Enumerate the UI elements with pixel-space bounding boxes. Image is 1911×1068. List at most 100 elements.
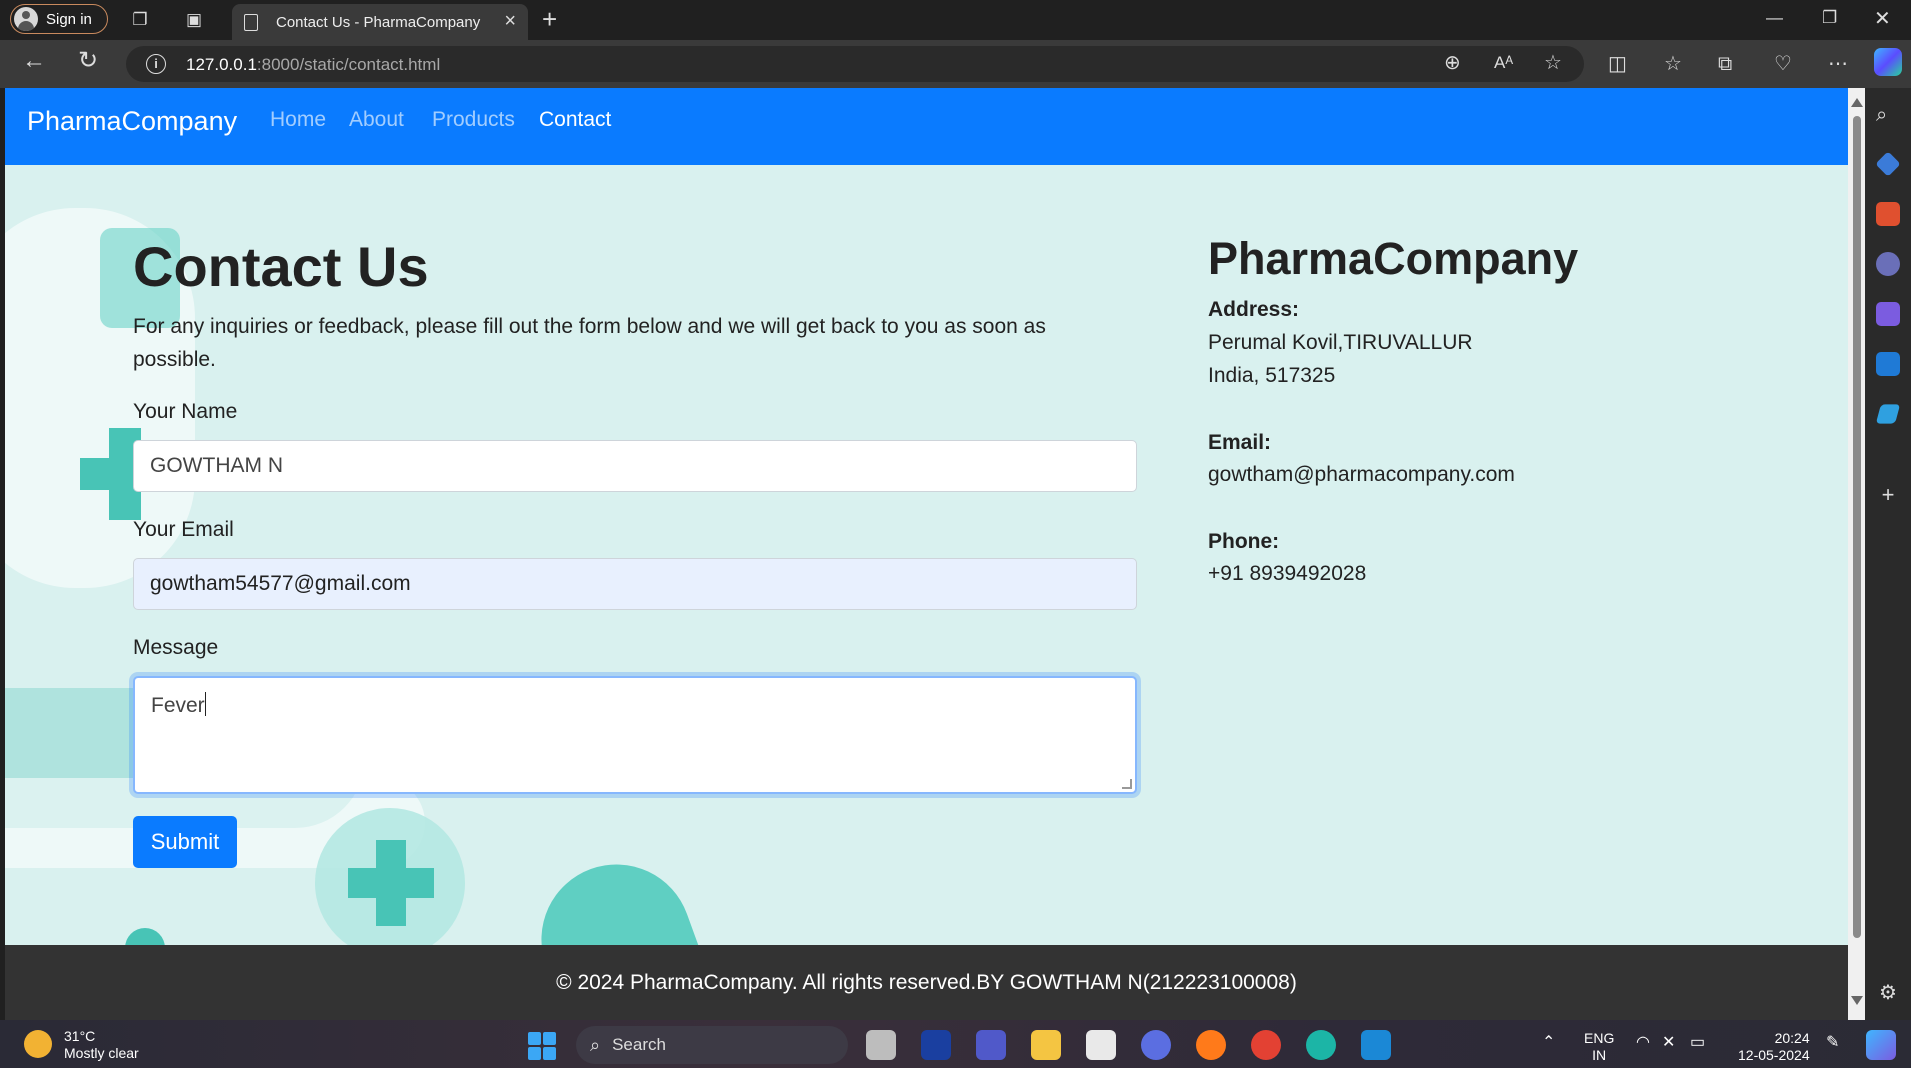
vscode-icon[interactable] [1361, 1030, 1391, 1060]
nav-link-products[interactable]: Products [432, 108, 515, 132]
close-window-icon[interactable]: ✕ [1874, 6, 1891, 31]
browser-tab-bar: Sign in ❐ ▣ Contact Us - PharmaCompany ×… [0, 0, 1911, 40]
split-screen-icon[interactable]: ◫ [1608, 53, 1627, 75]
page-scrollbar[interactable] [1848, 88, 1865, 1020]
zoom-icon[interactable]: ⊕ [1444, 52, 1461, 74]
volume-muted-icon[interactable]: ✕ [1662, 1034, 1675, 1051]
scroll-up-icon[interactable] [1851, 98, 1863, 107]
address-line-1: Perumal Kovil,TIRUVALLUR [1208, 331, 1473, 354]
company-title: PharmaCompany [1208, 233, 1579, 284]
sidebar-tools-icon[interactable] [1876, 202, 1900, 226]
copilot-icon[interactable] [1874, 48, 1902, 76]
message-label: Message [133, 636, 219, 659]
text-caret [204, 692, 206, 716]
footer-text: © 2024 PharmaCompany. All rights reserve… [556, 970, 1297, 994]
back-icon[interactable]: ← [22, 49, 46, 73]
message-textarea[interactable]: Fever [133, 676, 1137, 794]
site-info-icon[interactable]: i [146, 54, 166, 74]
tray-overflow-icon[interactable]: ⌃ [1542, 1034, 1555, 1051]
sidebar-add-icon[interactable]: + [1876, 482, 1900, 507]
email-input[interactable]: gowtham54577@gmail.com [133, 558, 1137, 610]
favorites-icon[interactable]: ☆ [1664, 53, 1682, 75]
navbar-brand[interactable]: PharmaCompany [27, 106, 237, 137]
temperature: 31°C [64, 1028, 96, 1044]
active-tab[interactable]: Contact Us - PharmaCompany × [232, 4, 528, 40]
scroll-down-icon[interactable] [1851, 996, 1863, 1005]
sign-in-button[interactable]: Sign in [10, 4, 108, 34]
page-title: Contact Us [133, 235, 429, 298]
favorite-star-icon[interactable]: ☆ [1544, 52, 1562, 74]
weather-widget[interactable]: 31°C Mostly clear [64, 1028, 139, 1062]
more-menu-icon[interactable]: ⋯ [1828, 53, 1848, 75]
sidebar-shopping-icon[interactable] [1875, 151, 1901, 177]
tab-title: Contact Us - PharmaCompany [276, 13, 481, 31]
name-label: Your Name [133, 400, 238, 423]
notification-icon[interactable]: ✎ [1826, 1034, 1839, 1051]
company-email-link[interactable]: gowtham@pharmacompany.com [1208, 458, 1515, 491]
language-indicator[interactable]: ENG IN [1584, 1030, 1614, 1064]
store-icon[interactable] [1086, 1030, 1116, 1060]
read-aloud-icon[interactable]: Aᴬ [1494, 52, 1513, 74]
email-input-value: gowtham54577@gmail.com [150, 572, 411, 595]
url-text: 127.0.0.1:8000/static/contact.html [186, 55, 441, 74]
address-label: Address: [1208, 298, 1300, 321]
site-footer: © 2024 PharmaCompany. All rights reserve… [5, 945, 1848, 1020]
edge-icon[interactable] [1306, 1030, 1336, 1060]
firefox-icon[interactable] [1196, 1030, 1226, 1060]
clock[interactable]: 20:24 12-05-2024 [1738, 1030, 1810, 1064]
windows-taskbar: 31°C Mostly clear ⌕ Search ⌃ ENG IN ◠ ✕ … [0, 1020, 1911, 1068]
name-input-value: GOWTHAM N [150, 454, 283, 477]
page-icon [244, 13, 258, 31]
workspaces-icon[interactable]: ❐ [130, 10, 150, 30]
nav-link-contact[interactable]: Contact [539, 108, 611, 132]
browser-sidebar: ⌕ + ⚙ [1865, 88, 1911, 1020]
minimize-icon[interactable]: — [1766, 8, 1783, 28]
sidebar-copilot-icon[interactable] [1876, 302, 1900, 326]
nav-link-home[interactable]: Home [270, 108, 326, 132]
message-value: Fever [151, 694, 205, 717]
sidebar-outlook-icon[interactable] [1876, 352, 1900, 376]
site-navbar: PharmaCompany Home About Products Contac… [5, 88, 1848, 165]
address-line-2: India, 517325 [1208, 364, 1336, 387]
address-toolbar: ← ↻ i 127.0.0.1:8000/static/contact.html… [0, 40, 1911, 88]
browser-essentials-icon[interactable]: ♡ [1774, 53, 1792, 75]
company-email-label: Email: [1208, 431, 1272, 454]
email-label: Your Email [133, 518, 234, 541]
refresh-icon[interactable]: ↻ [78, 49, 98, 73]
battery-icon[interactable]: ▭ [1690, 1034, 1705, 1051]
nav-link-about[interactable]: About [349, 108, 404, 132]
sidebar-telegram-icon[interactable] [1875, 404, 1901, 424]
resize-handle-icon[interactable] [1122, 779, 1132, 789]
tab-actions-icon[interactable]: ▣ [184, 10, 204, 30]
scroll-thumb[interactable] [1853, 116, 1861, 938]
sidebar-games-icon[interactable] [1876, 252, 1900, 276]
taskbar-search[interactable]: ⌕ Search [576, 1026, 848, 1064]
weather-condition: Mostly clear [64, 1045, 139, 1061]
sidebar-search-icon[interactable]: ⌕ [1876, 104, 1900, 128]
phone-label: Phone: [1208, 530, 1280, 553]
file-explorer-icon[interactable] [1031, 1030, 1061, 1060]
new-tab-icon[interactable]: + [542, 4, 557, 35]
collections-icon[interactable]: ⧉ [1718, 53, 1732, 75]
restore-icon[interactable]: ❐ [1822, 8, 1837, 28]
page-viewport: PharmaCompany Home About Products Contac… [5, 88, 1848, 1020]
profile-avatar-icon [14, 7, 38, 31]
close-tab-icon[interactable]: × [504, 10, 516, 33]
search-label: Search [612, 1035, 666, 1054]
start-button-icon[interactable] [528, 1032, 556, 1060]
wifi-icon[interactable]: ◠ [1636, 1034, 1650, 1051]
chrome-icon[interactable] [1251, 1030, 1281, 1060]
phone-value: +91 8939492028 [1208, 562, 1367, 585]
app-a-icon[interactable] [1141, 1030, 1171, 1060]
search-icon: ⌕ [590, 1034, 601, 1055]
weather-moon-icon[interactable] [24, 1030, 52, 1058]
address-field[interactable]: i 127.0.0.1:8000/static/contact.html ⊕ A… [126, 46, 1584, 82]
sign-in-label: Sign in [46, 10, 92, 28]
sidebar-settings-icon[interactable]: ⚙ [1876, 980, 1900, 1004]
submit-button[interactable]: Submit [133, 816, 237, 868]
teams-icon[interactable] [976, 1030, 1006, 1060]
app-l-icon[interactable] [921, 1030, 951, 1060]
name-input[interactable]: GOWTHAM N [133, 440, 1137, 492]
task-view-icon[interactable] [866, 1030, 896, 1060]
copilot-taskbar-icon[interactable] [1866, 1030, 1896, 1060]
